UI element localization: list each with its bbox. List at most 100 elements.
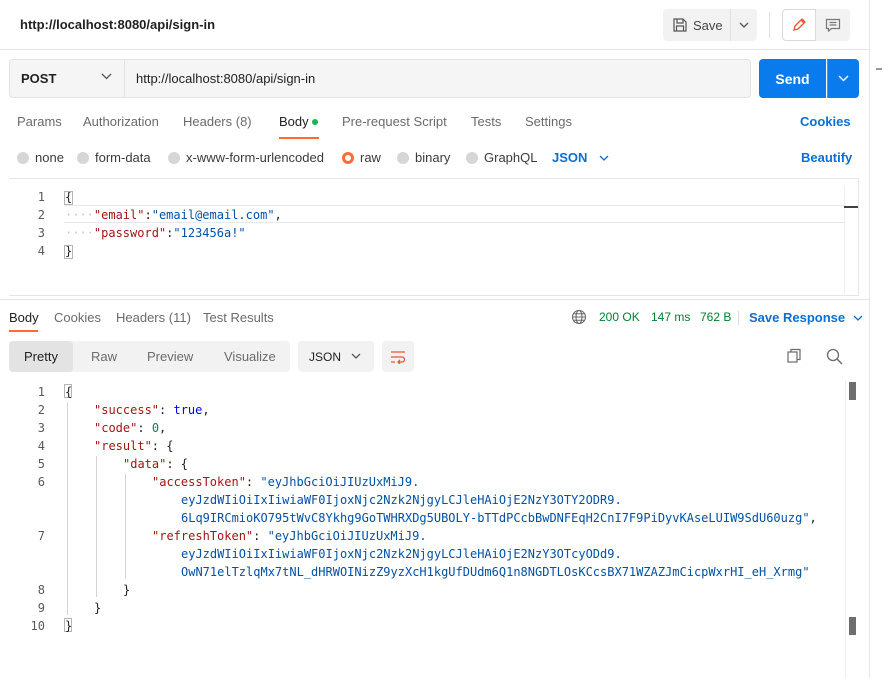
tab-headers[interactable]: Headers (8) <box>183 114 252 129</box>
code-line: 6Lq9IRCmioKO795tWvC8Ykhg9GoTWHRXDg5UBOLY… <box>181 511 817 525</box>
line-number: 1 <box>37 190 45 204</box>
response-tab-cookies[interactable]: Cookies <box>54 310 101 325</box>
line-number: 5 <box>37 457 45 471</box>
radio-raw[interactable]: raw <box>342 150 381 165</box>
code-line: ····"password":"123456a!" <box>65 226 246 240</box>
request-scrollbar[interactable] <box>844 186 858 294</box>
code-line: "refreshToken": "eyJhbGciOiJIUzUxMiJ9. <box>152 529 427 543</box>
radio-graphql[interactable]: GraphQL <box>466 150 537 165</box>
view-visualize[interactable]: Visualize <box>209 341 291 372</box>
active-tab-indicator <box>9 330 38 332</box>
comments-button[interactable] <box>816 9 850 41</box>
colon: : <box>137 421 152 435</box>
body-modified-indicator <box>312 119 318 125</box>
indent-guide <box>96 456 97 597</box>
indent-dots: ···· <box>65 208 94 222</box>
wrap-lines-icon <box>391 350 406 364</box>
toolbar-divider <box>769 12 770 38</box>
save-response-button[interactable]: Save Response <box>749 310 863 325</box>
radio-indicator <box>168 151 180 164</box>
indent-guide <box>67 402 68 615</box>
radio-indicator-selected <box>342 151 354 164</box>
request-title[interactable]: http://localhost:8080/api/sign-in <box>20 17 215 32</box>
close-brace: } <box>65 619 73 633</box>
tab-authorization[interactable]: Authorization <box>83 114 159 129</box>
chevron-down-icon <box>599 155 609 161</box>
response-tab-body[interactable]: Body <box>9 310 39 325</box>
status-code[interactable]: 200 OK <box>599 310 640 324</box>
wrap-lines-button[interactable] <box>382 341 414 372</box>
radio-indicator <box>17 151 29 164</box>
view-pretty[interactable]: Pretty <box>9 341 73 372</box>
comma: , <box>159 421 167 435</box>
radio-label: binary <box>415 150 451 165</box>
bracket-match-box <box>64 191 73 205</box>
colon: : <box>144 208 152 222</box>
radio-indicator <box>466 151 478 164</box>
save-label: Save <box>693 17 723 33</box>
json-boolean: true <box>173 403 203 417</box>
tab-params[interactable]: Params <box>17 114 62 129</box>
scrollbar-marker <box>849 617 856 635</box>
response-format-select[interactable]: JSON <box>298 341 374 372</box>
response-time[interactable]: 147 ms <box>651 310 690 324</box>
radio-label: x-www-form-urlencoded <box>186 150 324 165</box>
radio-label: GraphQL <box>484 150 538 165</box>
json-string: "eyJhbGciOiJIUzUxMiJ9. <box>267 529 427 543</box>
comment-icon <box>825 18 841 32</box>
tab-tests[interactable]: Tests <box>471 114 501 129</box>
radio-urlencoded[interactable]: x-www-form-urlencoded <box>168 150 324 165</box>
json-key: "refreshToken" <box>152 529 254 543</box>
radio-label: none <box>35 150 64 165</box>
globe-icon[interactable] <box>571 309 587 325</box>
line-number: 7 <box>37 529 45 543</box>
line-number: 4 <box>37 244 45 258</box>
json-key: "result" <box>94 439 152 453</box>
view-raw[interactable]: Raw <box>76 341 132 372</box>
comma: , <box>202 403 210 417</box>
json-key: "success" <box>94 403 160 417</box>
body-language-select[interactable]: JSON <box>552 150 609 165</box>
radio-label: raw <box>360 150 381 165</box>
tab-body[interactable]: Body <box>279 114 309 129</box>
response-tab-headers[interactable]: Headers (11) <box>116 310 191 325</box>
line-number: 6 <box>37 475 45 489</box>
response-tab-test-results[interactable]: Test Results <box>203 310 274 325</box>
save-button[interactable]: Save <box>663 9 731 41</box>
copy-icon[interactable] <box>786 348 802 364</box>
tab-pre-request-script[interactable]: Pre-request Script <box>342 114 447 129</box>
json-string-wrapped: OwN71elTzlqMx7tNL_dHRWOINizZ9yzXcH1kgUfD… <box>181 565 810 579</box>
response-scrollbar[interactable] <box>845 380 846 678</box>
radio-none[interactable]: none <box>17 150 64 165</box>
format-label: JSON <box>309 349 342 364</box>
send-options-button[interactable] <box>827 59 859 98</box>
line-number: 3 <box>37 226 45 240</box>
beautify-link[interactable]: Beautify <box>801 150 852 165</box>
radio-indicator <box>77 151 89 164</box>
json-string-wrapped: 6Lq9IRCmioKO795tWvC8Ykhg9GoTWHRXDg5UBOLY… <box>181 511 810 525</box>
close-brace: } <box>94 601 102 615</box>
json-key: "accessToken" <box>152 475 246 489</box>
tab-settings[interactable]: Settings <box>525 114 572 129</box>
code-line: "result": { <box>94 439 173 453</box>
send-button[interactable]: Send <box>759 59 826 98</box>
chevron-down-icon <box>101 73 112 80</box>
sidebar-handle[interactable] <box>876 68 882 70</box>
cookies-link[interactable]: Cookies <box>800 114 851 129</box>
radio-form-data[interactable]: form-data <box>77 150 151 165</box>
pane-divider[interactable] <box>0 299 869 300</box>
json-string: "123456a!" <box>173 226 246 240</box>
save-options-button[interactable] <box>731 9 757 41</box>
edit-button[interactable] <box>782 9 816 41</box>
comma: , <box>274 208 282 222</box>
radio-binary[interactable]: binary <box>397 150 450 165</box>
response-size[interactable]: 762 B <box>700 310 731 324</box>
view-preview[interactable]: Preview <box>132 341 208 372</box>
url-input[interactable]: http://localhost:8080/api/sign-in <box>124 59 751 98</box>
colon: : <box>253 529 268 543</box>
code-line: "code": 0, <box>94 421 166 435</box>
line-number: 9 <box>37 601 45 615</box>
line-number: 3 <box>37 421 45 435</box>
method-select[interactable]: POST <box>9 59 125 98</box>
search-icon[interactable] <box>826 348 843 365</box>
